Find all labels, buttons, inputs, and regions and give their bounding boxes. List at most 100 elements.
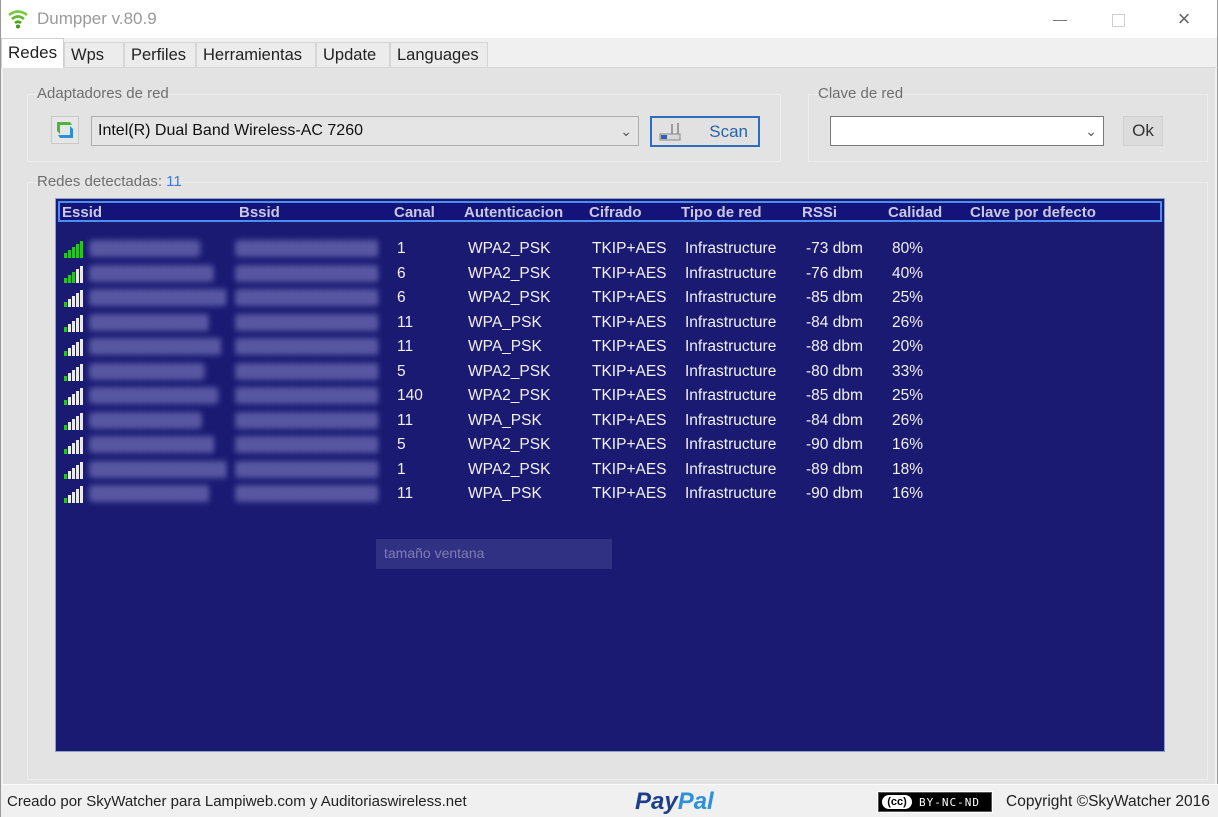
title-bar[interactable]: Dumpper v.80.9 × xyxy=(1,0,1217,38)
network-key-input[interactable]: ⌄ xyxy=(830,116,1104,146)
app-window: Dumpper v.80.9 × Redes Wps Perfiles Herr… xyxy=(0,0,1218,817)
table-row[interactable]: 5 WPA2_PSK TKIP+AES Infrastructure -90 dbm 16… xyxy=(56,433,1164,457)
signal-strength-icon xyxy=(64,436,86,454)
cell-canal: 11 xyxy=(397,411,414,429)
cell-tipo-de-red: Infrastructure xyxy=(685,436,777,453)
cell-essid-redacted xyxy=(90,387,218,404)
cell-tipo-de-red: Infrastructure xyxy=(685,362,777,380)
signal-strength-icon xyxy=(64,461,86,479)
cell-cifrado: TKIP+AES xyxy=(592,289,667,306)
signal-bar xyxy=(72,369,75,381)
tab-languages[interactable]: Languages xyxy=(390,42,488,68)
signal-bar xyxy=(80,265,83,283)
cell-tipo-de-red: Infrastructure xyxy=(685,485,777,502)
paypal-donate-link[interactable]: PayPal xyxy=(635,788,714,816)
cell-bssid-redacted xyxy=(236,240,378,257)
paypal-logo-part1: Pay xyxy=(635,788,678,815)
license-badge[interactable]: (cc) BY-NC-ND xyxy=(877,791,993,813)
tooltip: tamaño ventana xyxy=(376,539,612,569)
table-row[interactable]: 11 WPA_PSK TKIP+AES Infrastructure -84 dbm 26… xyxy=(56,311,1164,335)
cell-canal: 140 xyxy=(397,387,423,404)
cell-rssi: -88 dbm xyxy=(806,338,863,355)
column-header-cifrado[interactable]: Cifrado xyxy=(589,204,642,221)
networks-list[interactable]: Essid Bssid Canal Autenticacion Cifrado … xyxy=(55,198,1165,752)
signal-bar xyxy=(80,461,83,479)
cell-canal: 11 xyxy=(397,313,414,331)
column-header-bssid[interactable]: Bssid xyxy=(239,204,280,221)
signal-bar xyxy=(72,345,75,356)
signal-bar xyxy=(68,250,71,258)
cell-rssi: -73 dbm xyxy=(806,240,863,257)
minimize-button[interactable] xyxy=(1037,0,1083,38)
tab-perfiles[interactable]: Perfiles xyxy=(124,42,196,68)
cell-calidad: 26% xyxy=(892,313,924,331)
maximize-button[interactable] xyxy=(1095,0,1141,38)
column-header-tipo-de-red[interactable]: Tipo de red xyxy=(681,204,762,221)
table-row[interactable]: 140 WPA2_PSK TKIP+AES Infrastructure -85 dbm… xyxy=(56,384,1164,408)
table-row[interactable]: 6 WPA2_PSK TKIP+AES Infrastructure -85 dbm 25… xyxy=(56,286,1164,310)
signal-bar xyxy=(80,388,83,405)
close-button[interactable]: × xyxy=(1161,0,1207,38)
tab-bar: Redes Wps Perfiles Herramientas Update L… xyxy=(1,38,1218,68)
signal-bar xyxy=(80,314,83,332)
table-row[interactable]: 11 WPA_PSK TKIP+AES Infrastructure -90 dbm 16… xyxy=(56,482,1164,506)
signal-bar xyxy=(64,449,67,454)
cell-essid-redacted xyxy=(90,240,200,257)
signal-strength-icon xyxy=(64,387,86,405)
ok-button[interactable]: Ok xyxy=(1123,116,1163,146)
table-row[interactable]: 11 WPA_PSK TKIP+AES Infrastructure -88 dbm 20… xyxy=(56,335,1164,359)
column-header-autenticacion[interactable]: Autenticacion xyxy=(464,204,563,221)
column-header-essid[interactable]: Essid xyxy=(62,204,102,221)
table-row[interactable]: 1 WPA2_PSK TKIP+AES Infrastructure -73 dbm 80… xyxy=(56,237,1164,261)
signal-bar xyxy=(64,498,67,503)
cell-essid-redacted xyxy=(90,436,214,453)
cell-cifrado: TKIP+AES xyxy=(592,240,667,257)
window-title: Dumpper v.80.9 xyxy=(37,9,157,28)
cell-canal: 1 xyxy=(397,460,406,478)
column-header-clave-por-defecto[interactable]: Clave por defecto xyxy=(970,204,1096,221)
cell-autenticacion: WPA2_PSK xyxy=(468,460,551,478)
cell-cifrado: TKIP+AES xyxy=(592,387,667,404)
signal-bar xyxy=(68,348,71,356)
cell-autenticacion: WPA_PSK xyxy=(468,411,542,429)
creative-commons-icon: (cc) xyxy=(882,795,912,809)
tab-update[interactable]: Update xyxy=(316,42,390,68)
column-header-canal[interactable]: Canal xyxy=(394,204,435,221)
scan-button[interactable]: Scan xyxy=(650,116,760,147)
signal-bar xyxy=(72,467,75,479)
cell-bssid-redacted xyxy=(236,460,378,478)
chevron-down-icon: ⌄ xyxy=(620,123,632,139)
table-row[interactable]: 5 WPA2_PSK TKIP+AES Infrastructure -80 dbm 33… xyxy=(56,360,1164,384)
cell-calidad: 16% xyxy=(892,436,924,453)
scan-button-label: Scan xyxy=(709,122,748,141)
table-row[interactable]: 1 WPA2_PSK TKIP+AES Infrastructure -89 dbm 18… xyxy=(56,458,1164,482)
cell-rssi: -89 dbm xyxy=(806,460,863,478)
adapter-select[interactable]: Intel(R) Dual Band Wireless-AC 7260 ⌄ xyxy=(91,116,639,146)
tab-herramientas[interactable]: Herramientas xyxy=(196,42,316,68)
signal-bar xyxy=(64,253,67,258)
cell-calidad: 26% xyxy=(892,411,924,429)
signal-bar xyxy=(64,277,67,283)
signal-bar xyxy=(80,241,83,258)
signal-bar xyxy=(68,446,71,454)
signal-bar xyxy=(76,464,79,479)
tab-wps[interactable]: Wps xyxy=(64,42,124,68)
cell-autenticacion: WPA2_PSK xyxy=(468,387,551,404)
table-row[interactable]: 6 WPA2_PSK TKIP+AES Infrastructure -76 dbm 40… xyxy=(56,262,1164,286)
cell-bssid-redacted xyxy=(236,485,378,502)
tab-redes[interactable]: Redes xyxy=(1,38,65,68)
signal-bar xyxy=(76,366,79,381)
cell-bssid-redacted xyxy=(236,411,378,429)
cell-autenticacion: WPA2_PSK xyxy=(468,289,551,306)
column-header-calidad[interactable]: Calidad xyxy=(888,204,942,221)
refresh-adapters-button[interactable] xyxy=(51,116,79,144)
cell-essid-redacted xyxy=(90,411,201,429)
signal-bar xyxy=(68,299,71,307)
signal-strength-icon xyxy=(64,338,86,356)
cell-cifrado: TKIP+AES xyxy=(592,313,667,331)
table-row[interactable]: 11 WPA_PSK TKIP+AES Infrastructure -84 dbm 26… xyxy=(56,409,1164,433)
signal-bar xyxy=(72,247,75,258)
cell-canal: 11 xyxy=(397,338,414,355)
signal-bar xyxy=(64,302,67,307)
column-header-rssi[interactable]: RSSi xyxy=(802,204,837,221)
